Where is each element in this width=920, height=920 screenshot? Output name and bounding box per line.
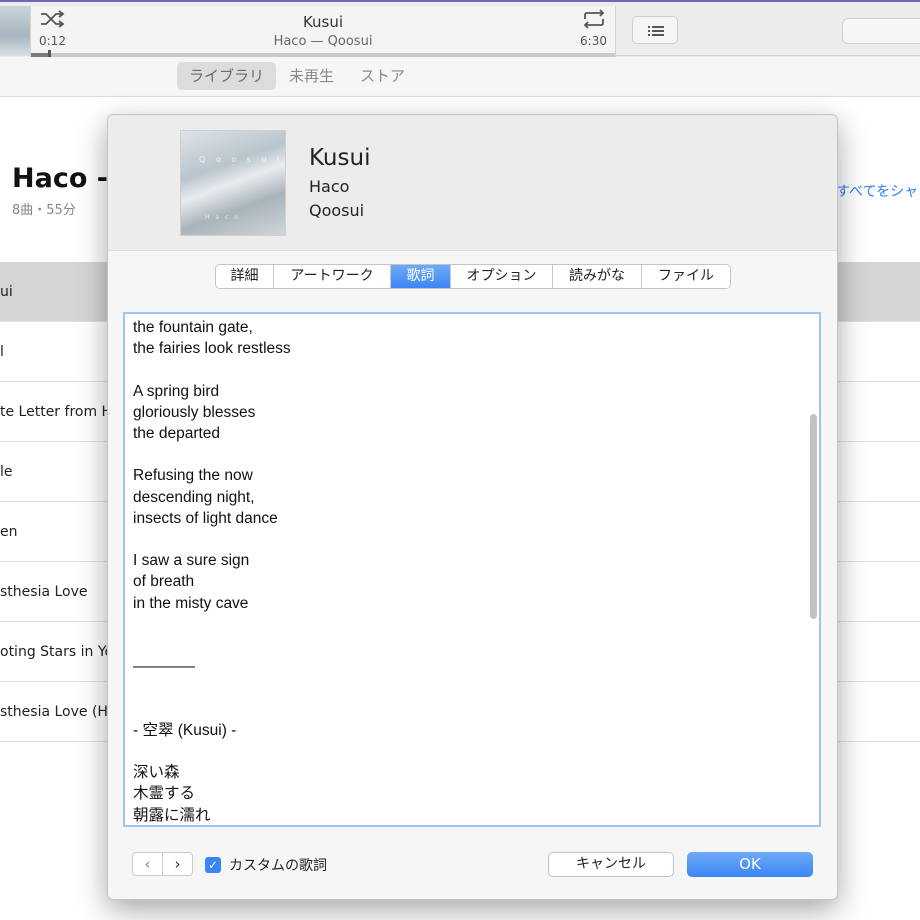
track-title: sthesia Love (H	[0, 704, 108, 720]
now-playing-display: 0:12 Kusui Haco — Qoosui 6:30	[30, 6, 616, 58]
album-artwork: Q o o s u i H a c o	[180, 130, 286, 236]
track-title: ui	[0, 284, 13, 300]
library-nav: ライブラリ 未再生 ストア	[0, 57, 920, 97]
album-title: Haco -	[12, 163, 108, 194]
track-title: te Letter from H	[0, 404, 113, 420]
dialog-album: Qoosui	[309, 201, 365, 220]
now-playing-artist-album: Haco — Qoosui	[273, 34, 373, 49]
next-track-button[interactable]: ›	[162, 853, 192, 875]
previous-track-button[interactable]: ‹	[133, 853, 162, 875]
list-icon	[648, 26, 664, 36]
tab-options[interactable]: オプション	[451, 265, 553, 288]
cancel-button[interactable]: キャンセル	[548, 852, 674, 877]
artwork-sublettering: H a c o	[205, 214, 240, 221]
ok-button[interactable]: OK	[687, 852, 813, 877]
track-title: l	[0, 344, 4, 360]
up-next-button[interactable]	[632, 16, 678, 44]
track-title: le	[0, 464, 13, 480]
tab-store[interactable]: ストア	[348, 62, 417, 90]
tab-library[interactable]: ライブラリ	[177, 62, 277, 90]
now-playing-title: Kusui	[302, 13, 344, 31]
custom-lyrics-checkbox[interactable]: ✓	[205, 857, 221, 873]
dialog-body: 詳細 アートワーク 歌詞 オプション 読みがな ファイル the fountai…	[108, 250, 837, 899]
custom-lyrics-label[interactable]: カスタムの歌詞	[229, 855, 327, 875]
track-title: en	[0, 524, 18, 540]
lyrics-text: the fountain gate, the fairies look rest…	[133, 319, 291, 824]
dialog-artist: Haco	[309, 177, 350, 196]
track-title: sthesia Love	[0, 584, 88, 600]
song-info-dialog: Q o o s u i H a c o Kusui Haco Qoosui 詳細…	[107, 114, 838, 900]
track-navigation: ‹ ›	[132, 852, 193, 876]
info-tabs: 詳細 アートワーク 歌詞 オプション 読みがな ファイル	[215, 264, 731, 289]
tab-artwork[interactable]: アートワーク	[274, 265, 391, 288]
search-input[interactable]	[842, 18, 920, 44]
track-title: oting Stars in Yo	[0, 644, 114, 660]
tab-lyrics[interactable]: 歌詞	[391, 265, 451, 288]
tab-unplayed[interactable]: 未再生	[277, 62, 346, 90]
album-meta: 8曲・55分	[12, 203, 76, 218]
custom-lyrics-option[interactable]: ✓ カスタムの歌詞	[205, 855, 327, 875]
total-time: 6:30	[580, 34, 607, 48]
lyrics-scrollbar[interactable]	[810, 414, 817, 619]
tab-sorting[interactable]: 読みがな	[553, 265, 642, 288]
tab-file[interactable]: ファイル	[642, 265, 730, 288]
dialog-header: Q o o s u i H a c o Kusui Haco Qoosui	[108, 115, 837, 250]
now-playing-artwork[interactable]	[0, 6, 30, 56]
tab-details[interactable]: 詳細	[216, 265, 274, 288]
repeat-icon[interactable]	[581, 9, 607, 29]
player-bar: 0:12 Kusui Haco — Qoosui 6:30	[0, 0, 920, 58]
artwork-lettering: Q o o s u i	[199, 155, 284, 164]
lyrics-textarea[interactable]: the fountain gate, the fairies look rest…	[123, 312, 821, 827]
shuffle-all-link[interactable]: すべてをシャ	[836, 181, 918, 201]
dialog-song-title: Kusui	[309, 145, 371, 171]
